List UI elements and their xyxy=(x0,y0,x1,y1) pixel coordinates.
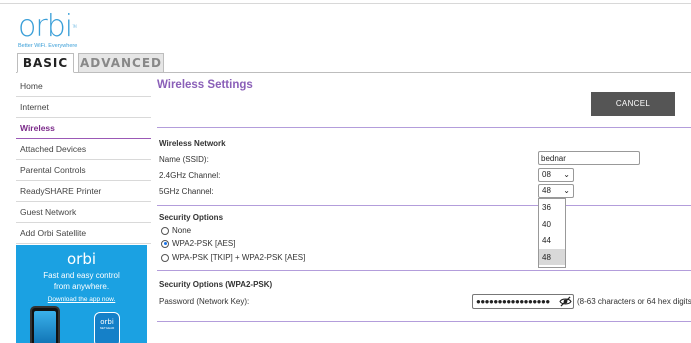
password-input[interactable]: ●●●●●●●●●●●●●●●●● xyxy=(472,294,574,309)
orbi-logo: orbiTM Better WiFi. Everywhere xyxy=(18,9,78,50)
router-image: orbi NETGEAR xyxy=(94,312,120,343)
tab-advanced[interactable]: ADVANCED xyxy=(78,53,164,73)
radio-label: WPA2-PSK [AES] xyxy=(172,239,236,248)
security-option-wpa-wpa2[interactable]: WPA-PSK [TKIP] + WPA2-PSK [AES] xyxy=(161,253,305,262)
phone-image xyxy=(30,306,60,343)
security-wpa2-heading: Security Options (WPA2-PSK) xyxy=(159,280,273,289)
radio-button[interactable] xyxy=(161,253,169,262)
channel-5-value: 48 xyxy=(542,186,551,195)
sidebar-item-home[interactable]: Home xyxy=(16,76,151,97)
sidebar-item-readyshare-printer[interactable]: ReadySHARE Printer xyxy=(16,181,151,202)
top-bar xyxy=(0,0,691,4)
sidebar-item-internet[interactable]: Internet xyxy=(16,97,151,118)
radio-button[interactable] xyxy=(161,226,169,235)
ssid-label: Name (SSID): xyxy=(159,155,209,164)
router-logo: orbi xyxy=(100,318,114,326)
section-divider xyxy=(157,127,691,128)
chevron-down-icon: ⌄ xyxy=(563,170,570,179)
logo-tagline: Better WiFi. Everywhere xyxy=(18,43,78,49)
ssid-input[interactable] xyxy=(538,151,640,165)
channel-option[interactable]: 36 xyxy=(539,199,565,216)
sidebar-item-add-orbi-satellite[interactable]: Add Orbi Satellite xyxy=(16,223,151,244)
page-title: Wireless Settings xyxy=(157,79,253,91)
eye-slash-icon[interactable] xyxy=(559,296,572,307)
tab-basic[interactable]: BASIC xyxy=(17,53,74,73)
security-option-none[interactable]: None xyxy=(161,226,191,235)
radio-label: None xyxy=(172,226,192,235)
channel-option-selected[interactable]: 48 xyxy=(539,248,565,266)
sidebar-item-parental-controls[interactable]: Parental Controls xyxy=(16,160,151,181)
channel-5-select[interactable]: 48 ⌄ xyxy=(538,184,574,198)
section-divider xyxy=(157,270,691,271)
password-label: Password (Network Key): xyxy=(159,297,250,306)
promo-line2: from anywhere. xyxy=(53,282,110,291)
logo-word: orbi xyxy=(18,9,73,44)
sidebar-item-guest-network[interactable]: Guest Network xyxy=(16,202,151,223)
radio-label: WPA-PSK [TKIP] + WPA2-PSK [AES] xyxy=(172,253,306,262)
download-app-link[interactable]: Download the app now. xyxy=(16,296,147,303)
sidebar-nav: Home Internet Wireless Attached Devices … xyxy=(16,76,151,244)
section-divider xyxy=(157,205,691,206)
security-options-heading: Security Options xyxy=(159,213,224,222)
sidebar-item-attached-devices[interactable]: Attached Devices xyxy=(16,139,151,160)
channel-24-label: 2.4GHz Channel: xyxy=(159,171,221,180)
promo-logo: orbi xyxy=(66,250,97,268)
promo-line1: Fast and easy control xyxy=(43,271,120,280)
router-brand: NETGEAR xyxy=(99,326,115,330)
chevron-down-icon: ⌄ xyxy=(563,186,570,195)
password-value: ●●●●●●●●●●●●●●●●● xyxy=(476,297,550,306)
app-promo-banner: orbi Fast and easy control from anywhere… xyxy=(16,245,147,343)
wireless-network-heading: Wireless Network xyxy=(159,139,226,148)
cancel-button[interactable]: CANCEL xyxy=(591,92,675,116)
channel-option[interactable]: 44 xyxy=(539,232,565,249)
logo-tm: TM xyxy=(72,24,77,29)
section-divider xyxy=(157,321,691,322)
channel-24-value: 08 xyxy=(542,170,551,179)
radio-button-checked[interactable] xyxy=(161,239,169,248)
security-option-wpa2[interactable]: WPA2-PSK [AES] xyxy=(161,239,235,248)
channel-5-dropdown: 36 40 44 48 xyxy=(538,198,566,268)
password-hint: (8-63 characters or 64 hex digits xyxy=(577,297,691,306)
sidebar-item-wireless[interactable]: Wireless xyxy=(16,118,151,139)
channel-24-select[interactable]: 08 ⌄ xyxy=(538,168,574,182)
channel-option[interactable]: 40 xyxy=(539,216,565,233)
channel-5-label: 5GHz Channel: xyxy=(159,187,214,196)
tab-divider xyxy=(16,72,691,73)
